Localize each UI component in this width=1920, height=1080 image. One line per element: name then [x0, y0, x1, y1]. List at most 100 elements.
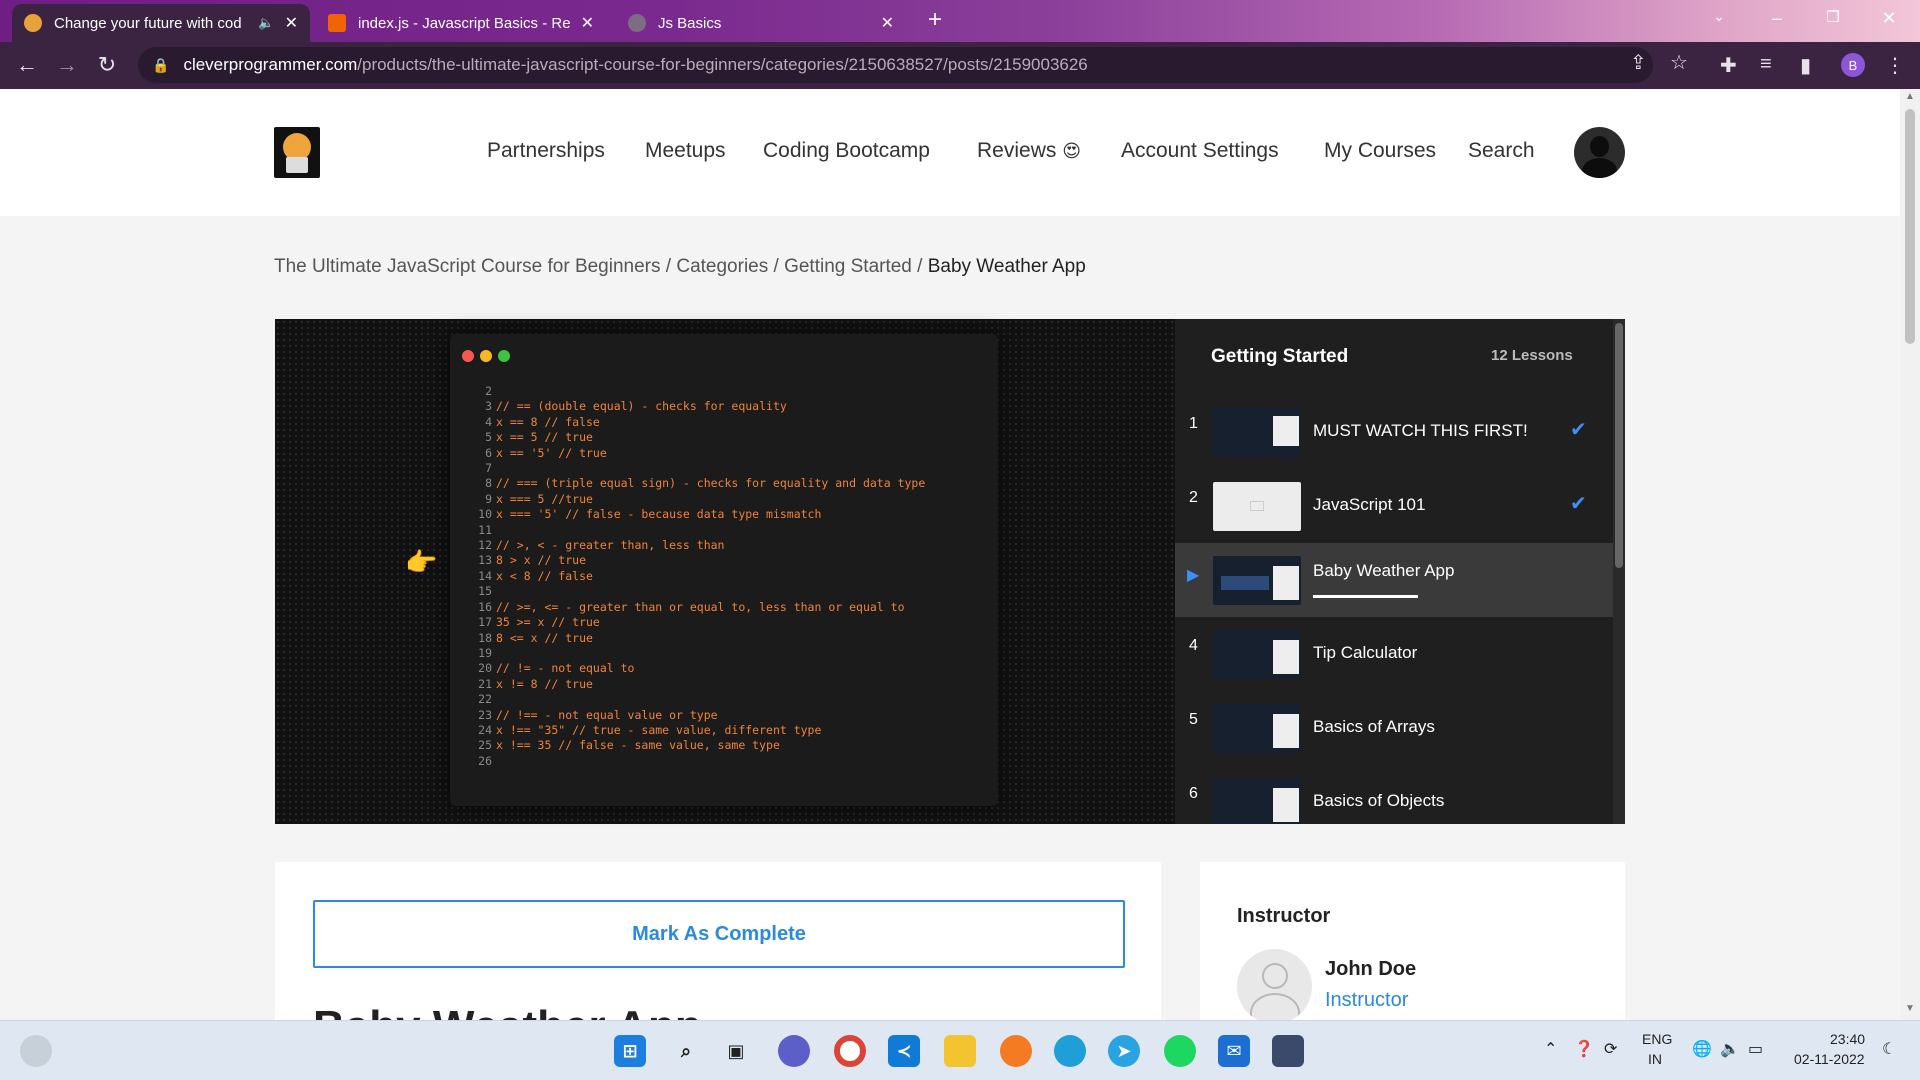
lesson-item[interactable]: 6 Basics of Objects: [1175, 765, 1613, 824]
breadcrumb-course[interactable]: The Ultimate JavaScript Course for Begin…: [274, 256, 661, 277]
code-line-number: 16: [478, 599, 492, 614]
lesson-item[interactable]: 2 JavaScript 101 ✔: [1175, 469, 1613, 543]
thumb-panel: [1273, 416, 1299, 446]
scroll-up-icon[interactable]: ▲: [1905, 91, 1915, 102]
nav-account-settings[interactable]: Account Settings: [1121, 139, 1279, 163]
edge-icon[interactable]: [1054, 1035, 1086, 1067]
code-line: 9 x === 5 //true: [476, 492, 925, 507]
browser-tab-bar: Change your future with cod 🔈 ✕ index.js…: [0, 0, 1920, 42]
lesson-thumbnail: [1213, 630, 1301, 679]
mark-complete-button[interactable]: Mark As Complete: [313, 900, 1125, 968]
weather-widget-icon[interactable]: [20, 1035, 52, 1067]
page-scrollbar-thumb[interactable]: [1905, 109, 1915, 344]
extensions-icon[interactable]: ✚: [1720, 53, 1737, 78]
notifications-icon[interactable]: ☾: [1882, 1039, 1896, 1059]
close-tab-icon[interactable]: ✕: [581, 13, 594, 33]
profile-avatar[interactable]: B: [1841, 53, 1865, 77]
lesson-item-current[interactable]: ▶ Baby Weather App: [1175, 543, 1613, 617]
tab-title: Change your future with cod: [54, 14, 242, 32]
lessons-scrollbar-thumb[interactable]: [1615, 323, 1623, 568]
menu-kebab-icon[interactable]: ⋮: [1885, 53, 1905, 78]
network-globe-icon[interactable]: 🌐: [1692, 1039, 1712, 1059]
instructor-role-link[interactable]: Instructor: [1325, 989, 1408, 1012]
chrome-icon[interactable]: [834, 1035, 866, 1067]
lesson-item[interactable]: 4 Tip Calculator: [1175, 617, 1613, 691]
clock-date[interactable]: 02-11-2022: [1794, 1051, 1865, 1067]
volume-icon[interactable]: 🔈: [1720, 1039, 1740, 1059]
user-avatar[interactable]: [1574, 127, 1625, 178]
avatar-body-icon: [1250, 993, 1300, 1020]
start-menu-icon[interactable]: ⊞: [614, 1035, 646, 1067]
code-line: 20 // != - not equal to: [476, 661, 925, 676]
search-icon[interactable]: ⌕: [670, 1035, 702, 1067]
site-logo[interactable]: [274, 127, 320, 178]
forward-icon[interactable]: →: [52, 52, 82, 78]
thumb-panel: [1273, 566, 1299, 600]
restore-icon[interactable]: ❐: [1818, 8, 1848, 26]
speaker-icon[interactable]: 🔈: [258, 15, 274, 31]
lesson-content-card: Mark As Complete Baby Weather App: [275, 862, 1161, 1020]
bookmark-star-icon[interactable]: ☆: [1670, 50, 1688, 75]
clock-time[interactable]: 23:40: [1830, 1031, 1865, 1047]
lessons-count: 12 Lessons: [1491, 347, 1573, 364]
show-hidden-icons-chevron-icon[interactable]: ⌃: [1544, 1039, 1557, 1059]
breadcrumb-categories[interactable]: Categories: [676, 256, 768, 277]
virtualbox-icon[interactable]: [1272, 1035, 1304, 1067]
code-line-number: 17: [478, 615, 492, 630]
help-icon[interactable]: ❓: [1574, 1039, 1594, 1059]
close-window-icon[interactable]: ✕: [1874, 8, 1904, 29]
nav-my-courses[interactable]: My Courses: [1324, 139, 1436, 163]
breadcrumb-section[interactable]: Getting Started: [784, 256, 912, 277]
task-view-icon[interactable]: ▣: [720, 1035, 752, 1067]
close-tab-icon[interactable]: ✕: [881, 13, 894, 33]
mail-icon[interactable]: ✉: [1218, 1035, 1250, 1067]
avatar-body-icon: [1582, 158, 1617, 178]
region-code[interactable]: IN: [1648, 1051, 1662, 1067]
code-line-text: 8 > x // true: [496, 553, 587, 568]
video-player[interactable]: 2 3 // == (double equal) - checks for equa…: [275, 319, 1175, 824]
vscode-icon[interactable]: ≺: [888, 1035, 920, 1067]
tab-replit[interactable]: index.js - Javascript Basics - Repli ✕: [316, 4, 606, 42]
file-explorer-icon[interactable]: [944, 1035, 976, 1067]
code-line-text: // != - not equal to: [496, 661, 635, 676]
minimize-icon[interactable]: –: [1762, 8, 1792, 29]
code-line: 4 x == 8 // false: [476, 415, 925, 430]
now-playing-icon: ▶: [1187, 567, 1200, 584]
page-scrollbar[interactable]: ▲ ▼: [1900, 89, 1920, 1020]
tab-js-basics[interactable]: Js Basics ✕: [616, 4, 906, 42]
teams-chat-icon[interactable]: [778, 1035, 810, 1067]
battery-icon[interactable]: ▭: [1748, 1039, 1763, 1059]
window-minimize-dot-icon: [480, 350, 492, 362]
new-tab-button[interactable]: +: [921, 7, 949, 35]
url-bar[interactable]: 🔒 cleverprogrammer.com /products/the-ult…: [138, 47, 1653, 83]
reload-icon[interactable]: ↻: [92, 52, 122, 78]
share-icon[interactable]: ⇪: [1630, 50, 1647, 75]
tab-clever-programmer[interactable]: Change your future with cod 🔈 ✕: [12, 4, 310, 42]
spotify-icon[interactable]: [1164, 1035, 1196, 1067]
lesson-item[interactable]: 1 MUST WATCH THIS FIRST! ✔: [1175, 395, 1613, 469]
lessons-scrollbar[interactable]: [1613, 319, 1625, 824]
nav-coding-bootcamp[interactable]: Coding Bootcamp: [763, 139, 930, 163]
lock-icon[interactable]: 🔒: [152, 57, 169, 74]
tab-search-icon[interactable]: ⌄: [1704, 8, 1734, 25]
firefox-icon[interactable]: [1000, 1035, 1032, 1067]
close-tab-icon[interactable]: ✕: [285, 13, 298, 33]
language-code[interactable]: ENG: [1642, 1031, 1672, 1047]
back-icon[interactable]: ←: [12, 52, 42, 78]
code-line: 3 // == (double equal) - checks for equal…: [476, 399, 925, 414]
code-line: 14 x < 8 // false: [476, 569, 925, 584]
telegram-icon[interactable]: ➤: [1108, 1035, 1140, 1067]
nav-partnerships[interactable]: Partnerships: [487, 139, 605, 163]
instructor-avatar: [1237, 949, 1312, 1020]
media-control-icon[interactable]: ≡: [1760, 53, 1772, 76]
lesson-title: Baby Weather App: [1313, 561, 1455, 580]
scroll-down-icon[interactable]: ▼: [1905, 1003, 1915, 1014]
side-panel-icon[interactable]: ▮: [1800, 53, 1811, 78]
logo-laptop-icon: [286, 157, 308, 173]
nav-meetups[interactable]: Meetups: [645, 139, 726, 163]
code-line-text: // >=, <= - greater than or equal to, le…: [496, 599, 905, 614]
nav-search[interactable]: Search: [1468, 139, 1535, 163]
sync-icon[interactable]: ⟳: [1604, 1039, 1617, 1059]
nav-reviews[interactable]: Reviews 😍: [977, 139, 1081, 163]
lesson-item[interactable]: 5 Basics of Arrays: [1175, 691, 1613, 765]
